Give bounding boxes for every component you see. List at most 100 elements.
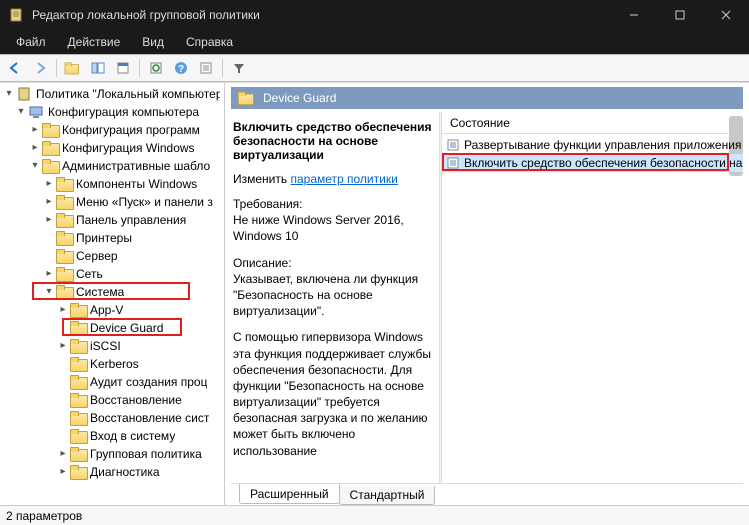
menubar: Файл Действие Вид Справка [0,30,749,54]
edit-link-row: Изменить параметр политики [233,172,433,186]
status-text: 2 параметров [6,509,82,523]
toolbar: ? [0,54,749,82]
tree-software-config[interactable]: ▸ Конфигурация программ [0,121,224,139]
folder-icon [70,447,86,461]
tree-label: Восстановление сист [90,409,209,427]
tree-group-policy[interactable]: ▸ Групповая политика [0,445,224,463]
list-item-selected[interactable]: Включить средство обеспечения безопаснос… [442,154,743,172]
filter-button[interactable] [228,57,250,79]
tree-admin-templates[interactable]: ▾ Административные шабло [0,157,224,175]
tree-label: Сеть [76,265,103,283]
tree-label: Kerberos [90,355,139,373]
tree-label: Восстановление [90,391,182,409]
tree-server[interactable]: Сервер [0,247,224,265]
tree-label: Конфигурация компьютера [48,103,199,121]
tree-recovery[interactable]: Восстановление [0,391,224,409]
tree-system[interactable]: ▾ Система [0,283,224,301]
tree-label: Меню «Пуск» и панели з [76,193,213,211]
expander-icon[interactable]: ▸ [42,211,56,229]
menu-action[interactable]: Действие [58,31,131,53]
settings-list[interactable]: Состояние Развертывание функции управлен… [442,112,743,483]
statusbar: 2 параметров [0,505,749,525]
folder-icon [70,465,86,479]
folder-icon [70,411,86,425]
folder-icon [42,123,58,137]
tree-windows-components[interactable]: ▸ Компоненты Windows [0,175,224,193]
tree-iscsi[interactable]: ▸ iSCSI [0,337,224,355]
tree-kerberos[interactable]: Kerberos [0,355,224,373]
tree-label: iSCSI [90,337,121,355]
up-button[interactable] [62,57,84,79]
menu-view[interactable]: Вид [132,31,174,53]
column-header-state[interactable]: Состояние [442,112,743,134]
menu-help[interactable]: Справка [176,31,243,53]
folder-icon [70,339,86,353]
tree-computer-config[interactable]: ▾ Конфигурация компьютера [0,103,224,121]
expander-icon[interactable]: ▾ [42,283,56,301]
edit-prefix: Изменить [233,172,290,186]
expander-icon[interactable]: ▸ [28,139,42,157]
folder-icon [42,141,58,155]
list-item[interactable]: Развертывание функции управления приложе… [442,136,743,154]
tree-start-menu[interactable]: ▸ Меню «Пуск» и панели з [0,193,224,211]
expander-icon[interactable]: ▸ [56,301,70,319]
computer-icon [28,104,44,120]
folder-icon [238,92,252,105]
export-button[interactable] [195,57,217,79]
tree-diagnostics[interactable]: ▸ Диагностика [0,463,224,481]
refresh-button[interactable] [145,57,167,79]
tab-extended[interactable]: Расширенный [239,484,340,504]
expander-icon[interactable]: ▸ [56,337,70,355]
forward-button[interactable] [29,57,51,79]
tree-recovery2[interactable]: Восстановление сист [0,409,224,427]
menu-file[interactable]: Файл [6,31,56,53]
expander-icon[interactable]: ▾ [14,103,28,121]
tree-control-panel[interactable]: ▸ Панель управления [0,211,224,229]
tree-root[interactable]: ▾ Политика "Локальный компьютер" [0,85,224,103]
minimize-button[interactable] [611,0,657,30]
folder-icon [70,321,86,335]
setting-title: Включить средство обеспечения безопаснос… [233,120,433,162]
description-text: Указывает, включена ли функция "Безопасн… [233,271,433,320]
svg-text:?: ? [178,64,184,75]
list-item-label: Включить средство обеспечения безопаснос… [464,156,742,170]
list-item-label: Развертывание функции управления приложе… [464,138,741,152]
expander-icon[interactable]: ▾ [28,157,42,175]
details-header-title: Device Guard [263,91,336,105]
tree-network[interactable]: ▸ Сеть [0,265,224,283]
back-button[interactable] [4,57,26,79]
tab-standard[interactable]: Стандартный [339,486,436,505]
setting-icon [446,156,460,170]
tree-printers[interactable]: Принтеры [0,229,224,247]
expander-icon[interactable]: ▸ [42,175,56,193]
expander-icon[interactable]: ▸ [56,445,70,463]
show-hide-tree-button[interactable] [87,57,109,79]
expander-icon[interactable]: ▸ [42,193,56,211]
toolbar-separator [222,59,223,77]
tree-appv[interactable]: ▸ App-V [0,301,224,319]
expander-icon[interactable]: ▾ [2,85,16,103]
edit-policy-link[interactable]: параметр политики [290,172,397,186]
maximize-button[interactable] [657,0,703,30]
tree-audit[interactable]: Аудит создания проц [0,373,224,391]
app-icon [8,7,24,23]
expander-icon[interactable]: ▸ [42,265,56,283]
tree-device-guard[interactable]: Device Guard [0,319,224,337]
properties-button[interactable] [112,57,134,79]
tree-logon[interactable]: Вход в систему [0,427,224,445]
close-button[interactable] [703,0,749,30]
folder-icon [56,177,72,191]
tree-windows-config[interactable]: ▸ Конфигурация Windows [0,139,224,157]
policy-root-icon [16,86,32,102]
folder-icon [70,303,86,317]
description-text-2: С помощью гипервизора Windows эта функци… [233,329,433,459]
expander-icon[interactable]: ▸ [56,463,70,481]
description-column: Включить средство обеспечения безопаснос… [231,112,439,483]
tree-label: App-V [90,301,123,319]
expander-icon[interactable]: ▸ [28,121,42,139]
folder-icon [70,393,86,407]
tree-pane[interactable]: ▾ Политика "Локальный компьютер" ▾ Конфи… [0,83,225,505]
folder-icon [56,231,72,245]
help-button[interactable]: ? [170,57,192,79]
titlebar: Редактор локальной групповой политики [0,0,749,30]
